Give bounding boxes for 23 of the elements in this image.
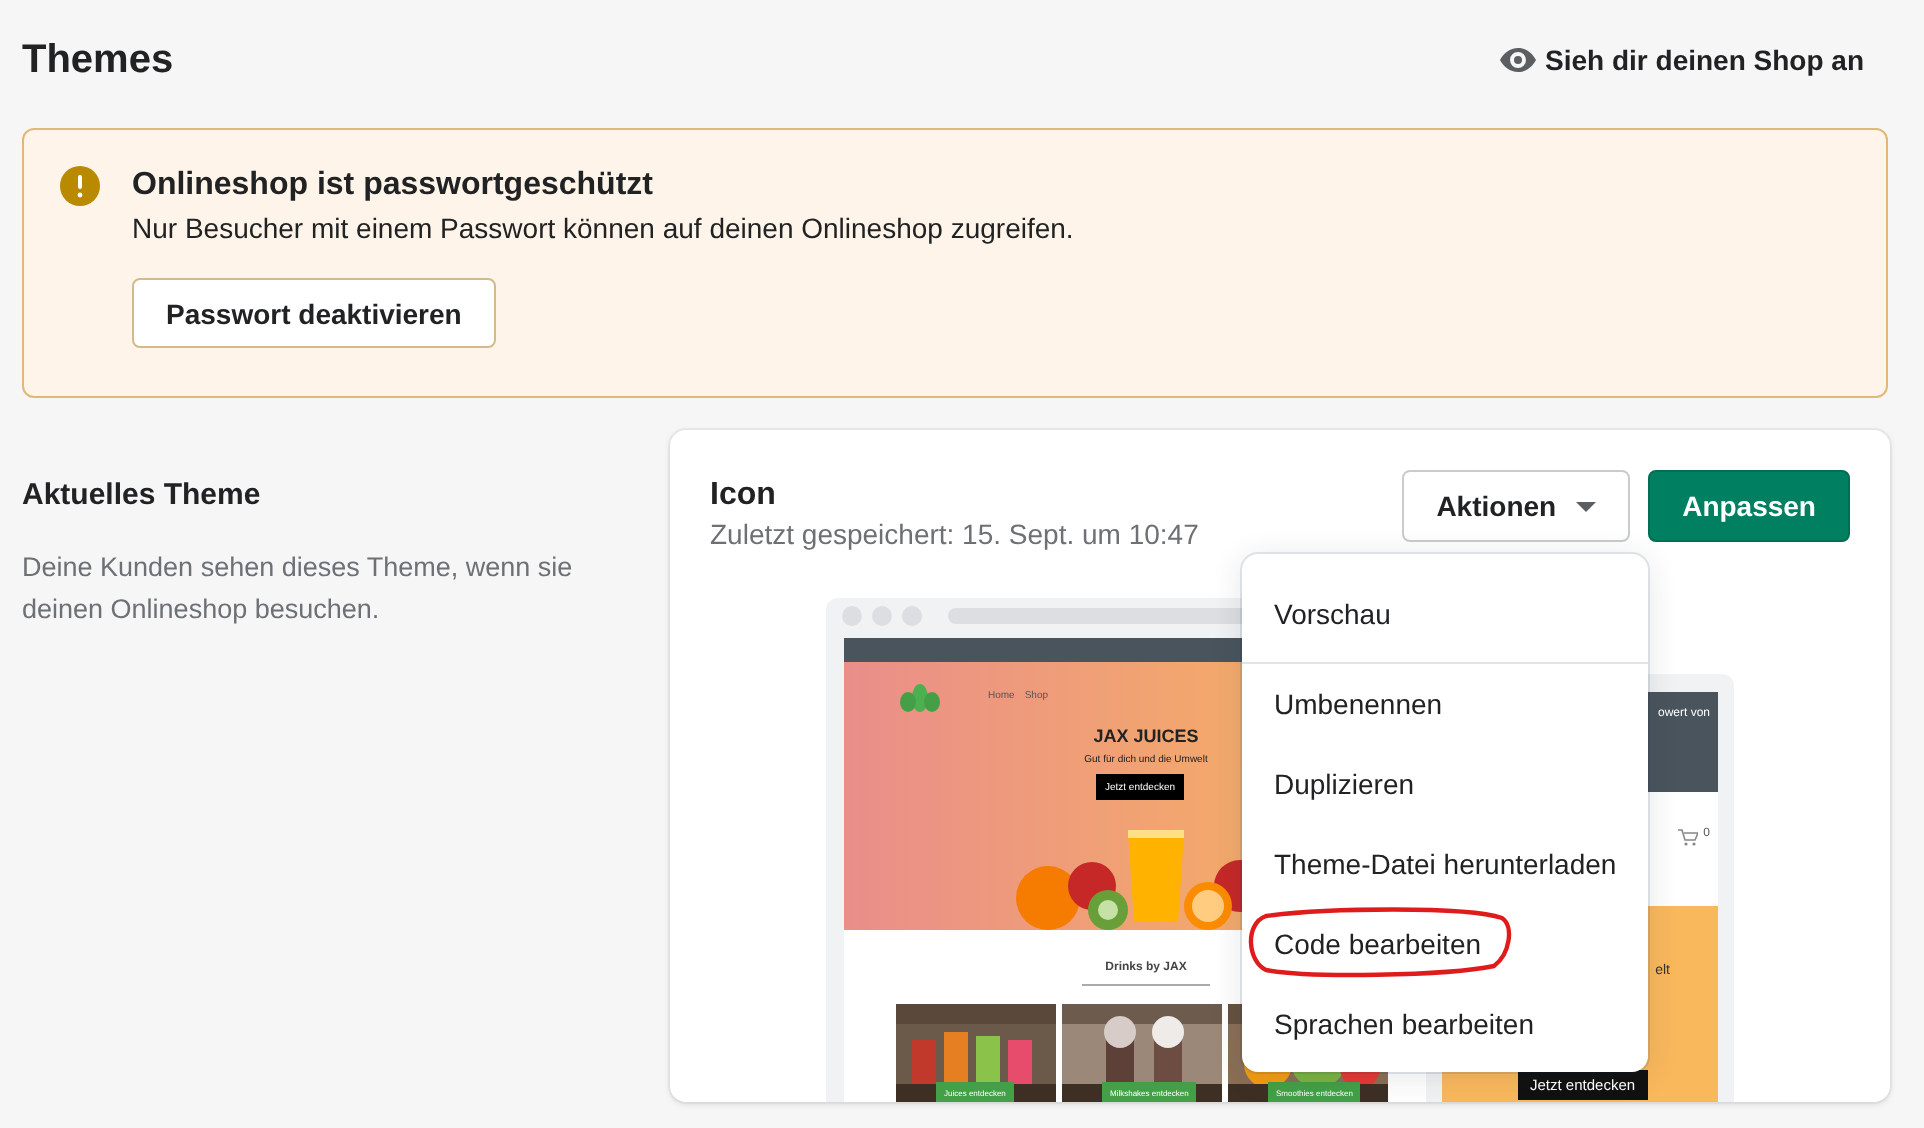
- section-heading: Aktuelles Theme: [22, 478, 263, 512]
- menu-item[interactable]: Umbenennen: [1242, 664, 1648, 744]
- section-description: Deine Kunden sehen dieses Theme, wenn sie deinen Onlineshop besuchen.: [22, 550, 575, 628]
- menu-item[interactable]: Code bearbeiten: [1242, 904, 1648, 984]
- theme-name: Icon: [710, 478, 778, 514]
- hero-title: JAX JUICES: [1091, 726, 1201, 746]
- menu-item[interactable]: Sprachen bearbeiten: [1242, 984, 1648, 1064]
- banner-text: Nur Besucher mit einem Passwort können auf deinen Onlineshop zugreifen.: [132, 212, 1074, 244]
- view-shop-link[interactable]: Sieh dir deinen Shop an: [1499, 44, 1864, 76]
- customize-button[interactable]: Anpassen: [1648, 470, 1850, 542]
- menu-item[interactable]: Duplizieren: [1242, 744, 1648, 824]
- menu-item[interactable]: Theme-Datei herunterladen: [1242, 824, 1648, 904]
- banner-title: Onlineshop ist passwortgeschützt: [132, 168, 655, 204]
- last-saved-text: Zuletzt gespeichert: 15. Sept. um 10:47: [710, 518, 1199, 550]
- caret-icon: [1576, 501, 1597, 511]
- cart-icon: [1677, 828, 1698, 846]
- actions-button[interactable]: Aktionen: [1402, 470, 1631, 542]
- lotus-icon: [900, 682, 940, 714]
- warning-icon: [60, 166, 100, 206]
- disable-password-button[interactable]: Passwort deaktivieren: [132, 278, 496, 348]
- eye-icon: [1499, 48, 1536, 72]
- menu-item[interactable]: Vorschau: [1242, 574, 1648, 654]
- page-title: Themes: [22, 37, 174, 83]
